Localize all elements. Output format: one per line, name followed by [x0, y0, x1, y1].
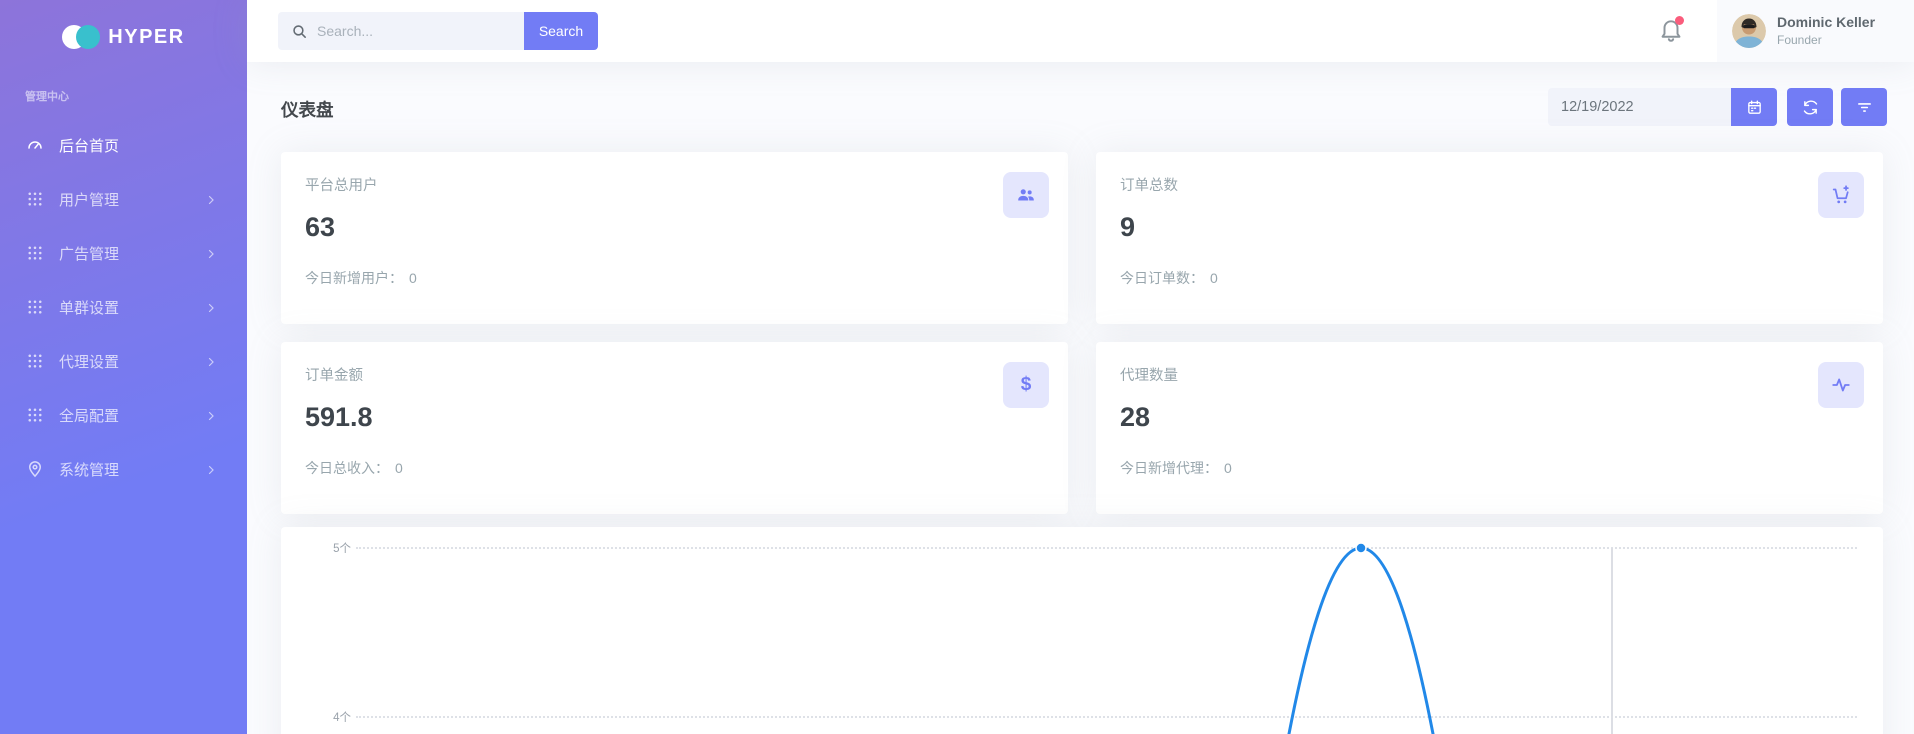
- brand-logo-icon: [62, 25, 100, 49]
- stat-card-value: 591.8: [305, 402, 373, 433]
- stat-card-label: 订单总数: [1120, 174, 1178, 195]
- chart-point-marker: [1356, 543, 1366, 553]
- search-icon: [291, 23, 308, 40]
- sidebar-item-label: 全局配置: [59, 405, 119, 426]
- sidebar-item-label: 后台首页: [59, 135, 119, 156]
- stat-card-footer: 今日订单数： 0: [1120, 268, 1218, 288]
- stat-card-footer-label: 今日新增用户：: [305, 270, 403, 286]
- search-input[interactable]: [317, 23, 517, 39]
- sidebar-item-agent-settings[interactable]: 代理设置: [0, 334, 247, 388]
- stat-card-footer: 今日新增代理： 0: [1120, 458, 1232, 478]
- stat-card-agent-count: 代理数量 28 今日新增代理： 0: [1096, 342, 1883, 514]
- stat-card-value: 28: [1120, 402, 1150, 433]
- sidebar-item-label: 系统管理: [59, 459, 119, 480]
- date-controls: [1548, 88, 1887, 126]
- stat-card-value: 9: [1120, 212, 1135, 243]
- chevron-right-icon: [205, 409, 217, 421]
- sidebar-section-label: 管理中心: [0, 74, 247, 112]
- notifications-button[interactable]: [1658, 17, 1686, 45]
- topbar: Search: [247, 0, 1914, 62]
- date-input[interactable]: [1548, 88, 1731, 126]
- cart-plus-icon: [1818, 172, 1864, 218]
- chevron-right-icon: [205, 355, 217, 367]
- stat-card-footer-label: 今日新增代理：: [1120, 460, 1218, 476]
- stat-card-total-users: 平台总用户 63 今日新增用户： 0: [281, 152, 1068, 324]
- profile-name: Dominic Keller: [1777, 14, 1875, 31]
- sidebar-item-group-settings[interactable]: 单群设置: [0, 280, 247, 334]
- sidebar-item-label: 代理设置: [59, 351, 119, 372]
- orders-trend-chart-card: 5个 4个: [281, 527, 1883, 734]
- refresh-button[interactable]: [1787, 88, 1833, 126]
- profile-role: Founder: [1777, 33, 1875, 47]
- stat-card-label: 订单金额: [305, 364, 363, 385]
- sidebar-item-label: 广告管理: [59, 243, 119, 264]
- brand-name: HYPER: [108, 26, 184, 49]
- profile-meta: Dominic Keller Founder: [1777, 14, 1875, 47]
- sidebar-item-label: 单群设置: [59, 297, 119, 318]
- stat-card-order-amount: 订单金额 591.8 今日总收入： 0 $: [281, 342, 1068, 514]
- users-icon: [1003, 172, 1049, 218]
- search-group: Search: [278, 12, 598, 50]
- brand-logo[interactable]: HYPER: [0, 0, 247, 74]
- grid-dots-icon: [26, 190, 44, 208]
- avatar: [1732, 14, 1766, 48]
- stat-card-label: 代理数量: [1120, 364, 1178, 385]
- sidebar-item-system[interactable]: 系统管理: [0, 442, 247, 496]
- sidebar-item-home[interactable]: 后台首页: [0, 118, 247, 172]
- grid-dots-icon: [26, 244, 44, 262]
- activity-icon: [1818, 362, 1864, 408]
- refresh-icon: [1802, 99, 1819, 116]
- sidebar-item-users[interactable]: 用户管理: [0, 172, 247, 226]
- stat-card-footer-value: 0: [409, 270, 417, 286]
- search-button[interactable]: Search: [524, 12, 598, 50]
- chevron-right-icon: [205, 247, 217, 259]
- chevron-right-icon: [205, 301, 217, 313]
- filter-button[interactable]: [1841, 88, 1887, 126]
- sidebar-item-label: 用户管理: [59, 189, 119, 210]
- stat-card-footer: 今日新增用户： 0: [305, 268, 417, 288]
- stat-card-footer-value: 0: [395, 460, 403, 476]
- stat-card-total-orders: 订单总数 9 今日订单数： 0: [1096, 152, 1883, 324]
- user-profile[interactable]: Dominic Keller Founder: [1717, 0, 1914, 62]
- map-pin-icon: [26, 460, 44, 478]
- sidebar: HYPER 管理中心 后台首页: [0, 0, 247, 734]
- stat-card-footer-value: 0: [1224, 460, 1232, 476]
- filter-icon: [1856, 99, 1873, 116]
- page-title: 仪表盘: [281, 97, 334, 122]
- grid-dots-icon: [26, 352, 44, 370]
- grid-dots-icon: [26, 298, 44, 316]
- chevron-right-icon: [205, 463, 217, 475]
- stat-card-footer-label: 今日总收入：: [305, 460, 389, 476]
- stat-card-label: 平台总用户: [305, 174, 378, 195]
- sidebar-item-ads[interactable]: 广告管理: [0, 226, 247, 280]
- app-screen: HYPER 管理中心 后台首页: [0, 0, 1914, 734]
- stat-card-footer-label: 今日订单数：: [1120, 270, 1204, 286]
- chart-line-series: [1276, 548, 1446, 734]
- dollar-icon: $: [1003, 362, 1049, 408]
- stat-card-footer: 今日总收入： 0: [305, 458, 403, 478]
- search-box: [278, 12, 524, 50]
- stat-card-value: 63: [305, 212, 335, 243]
- line-chart[interactable]: [281, 527, 1883, 734]
- calendar-icon: [1746, 99, 1763, 116]
- notification-dot: [1675, 16, 1684, 25]
- grid-dots-icon: [26, 406, 44, 424]
- calendar-button[interactable]: [1731, 88, 1777, 126]
- sidebar-item-global-config[interactable]: 全局配置: [0, 388, 247, 442]
- chevron-right-icon: [205, 193, 217, 205]
- stat-card-footer-value: 0: [1210, 270, 1218, 286]
- sidebar-menu: 后台首页 用户管理: [0, 118, 247, 496]
- gauge-icon: [26, 136, 44, 154]
